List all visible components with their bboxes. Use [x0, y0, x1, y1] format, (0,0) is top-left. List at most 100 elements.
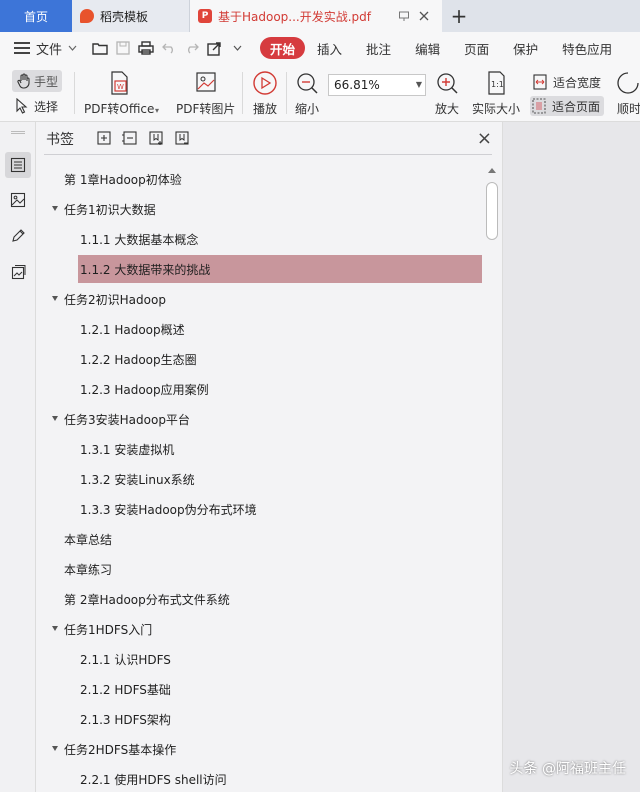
tab-home[interactable]: 首页: [0, 0, 72, 32]
rotate-icon: [617, 72, 639, 94]
pdf-to-office-button[interactable]: W PDF转Office: [84, 70, 154, 117]
bookmark-section-item[interactable]: 2.1.1 认识HDFS: [36, 644, 482, 674]
bookmark-section-item[interactable]: 2.1.3 HDFS架构: [36, 704, 482, 734]
play-button[interactable]: 播放: [252, 70, 278, 117]
bookmark-label: 2.2.1 使用HDFS shell访问: [80, 772, 227, 787]
bookmark-label: 1.3.2 安装Linux系统: [80, 472, 195, 487]
hand-tool-button[interactable]: 手型: [12, 70, 62, 92]
menu-insert[interactable]: 插入: [305, 37, 354, 59]
play-label: 播放: [252, 102, 277, 116]
tab-template[interactable]: 稻壳模板: [72, 0, 190, 32]
actual-size-icon: 1:1: [488, 71, 505, 95]
bookmark-section-item[interactable]: 1.3.1 安装虚拟机: [36, 434, 482, 464]
redo-icon[interactable]: [183, 40, 200, 57]
chevron-down-icon[interactable]: [68, 43, 77, 54]
menu-edit[interactable]: 编辑: [403, 37, 452, 59]
watermark-text: 头条 @阿福班主任: [509, 761, 626, 777]
menu-tabs: 开始 插入 批注 编辑 页面 保护 特色应用: [260, 37, 624, 59]
bookmark-chapter-item[interactable]: 第 2章Hadoop分布式文件系统: [36, 584, 482, 614]
bookmark-label: 1.2.1 Hadoop概述: [80, 322, 185, 337]
bookmark-chapter-item[interactable]: 本章总结: [36, 524, 482, 554]
bookmark-chapter-item[interactable]: 任务1HDFS入门: [36, 614, 482, 644]
menu-annotate[interactable]: 批注: [354, 37, 403, 59]
bookmarks-panel-button[interactable]: [5, 152, 31, 178]
more-chevron-icon[interactable]: [229, 40, 246, 57]
thumbnails-panel-button[interactable]: [5, 187, 31, 213]
undo-icon[interactable]: [160, 40, 177, 57]
add-bookmark-icon[interactable]: [148, 130, 164, 149]
menu-start[interactable]: 开始: [260, 37, 306, 59]
fit-width-button[interactable]: 适合宽度: [532, 72, 601, 92]
bookmark-section-item[interactable]: 1.1.1 大数据基本概念: [36, 224, 482, 254]
bookmark-chapter-item[interactable]: 第 1章Hadoop初体验: [36, 164, 482, 194]
tab-bar: 首页 稻壳模板 P 基于Hadoop...开发实战.pdf +: [0, 0, 640, 32]
tab-document[interactable]: P 基于Hadoop...开发实战.pdf: [190, 0, 442, 32]
zoom-in-label: 放大: [434, 102, 459, 116]
pdf-to-word-icon: W: [111, 71, 128, 95]
tab-pin-icon[interactable]: [394, 6, 414, 26]
pdf-to-office-dropdown-icon[interactable]: ▾: [155, 106, 159, 115]
tab-template-label: 稻壳模板: [100, 9, 149, 24]
bookmark-section-item[interactable]: 2.1.2 HDFS基础: [36, 674, 482, 704]
scrollbar-thumb[interactable]: [486, 182, 498, 240]
select-tool-button[interactable]: 选择: [16, 96, 58, 116]
zoom-in-icon: [437, 73, 458, 94]
bookmark-section-item[interactable]: 1.2.3 Hadoop应用案例: [36, 374, 482, 404]
file-menu[interactable]: 文件: [36, 39, 62, 58]
save-icon[interactable]: [114, 40, 131, 57]
collapse-all-icon[interactable]: [122, 130, 138, 149]
zoom-out-label: 缩小: [294, 102, 319, 116]
bookmark-label: 任务2初识Hadoop: [64, 292, 166, 307]
rotate-label: 顺时: [616, 102, 640, 116]
bookmark-section-item[interactable]: 1.2.1 Hadoop概述: [36, 314, 482, 344]
bookmark-chapter-item[interactable]: 任务2HDFS基本操作: [36, 734, 482, 764]
open-folder-icon[interactable]: [91, 40, 108, 57]
new-tab-button[interactable]: +: [442, 0, 476, 32]
expand-triangle-icon[interactable]: [52, 206, 58, 211]
expand-all-icon[interactable]: [96, 130, 112, 149]
bookmark-section-item[interactable]: 1.1.2 大数据带来的挑战: [36, 254, 482, 284]
annotations-panel-button[interactable]: [5, 223, 31, 249]
zoom-level-select[interactable]: 66.81% ▼: [328, 74, 426, 96]
hamburger-menu-icon[interactable]: [14, 42, 30, 54]
zoom-dropdown-icon[interactable]: ▼: [416, 80, 422, 89]
rotate-clockwise-button[interactable]: 顺时: [616, 70, 640, 117]
fit-page-button[interactable]: 适合页面: [530, 96, 605, 116]
expand-triangle-icon[interactable]: [52, 626, 58, 631]
ribbon-separator: [286, 72, 287, 114]
bookmark-section-item[interactable]: 1.3.2 安装Linux系统: [36, 464, 482, 494]
close-panel-icon[interactable]: ×: [477, 130, 492, 148]
bookmark-section-item[interactable]: 1.2.2 Hadoop生态圈: [36, 344, 482, 374]
menu-protect[interactable]: 保护: [501, 37, 550, 59]
bookmark-chapter-item[interactable]: 任务3安装Hadoop平台: [36, 404, 482, 434]
fit-width-icon: [533, 74, 547, 90]
expand-triangle-icon[interactable]: [52, 416, 58, 421]
document-view[interactable]: 头条 @阿福班主任: [502, 122, 640, 792]
zoom-out-button[interactable]: 缩小: [294, 70, 320, 117]
menu-special[interactable]: 特色应用: [550, 37, 624, 59]
print-icon[interactable]: [137, 40, 154, 57]
expand-triangle-icon[interactable]: [52, 296, 58, 301]
bookmark-tree: 第 1章Hadoop初体验任务1初识大数据 1.1.1 大数据基本概念 1.1.2 …: [36, 164, 482, 792]
delete-bookmark-icon[interactable]: [174, 130, 190, 149]
bookmark-chapter-item[interactable]: 任务2初识Hadoop: [36, 284, 482, 314]
tab-close-icon[interactable]: [414, 6, 434, 26]
scroll-up-arrow-icon[interactable]: [488, 168, 496, 173]
rail-grip[interactable]: [11, 131, 25, 134]
export-icon[interactable]: [206, 40, 223, 57]
zoom-in-button[interactable]: 放大: [434, 70, 460, 117]
bookmark-label: 任务2HDFS基本操作: [64, 742, 177, 757]
actual-size-button[interactable]: 1:1 实际大小: [472, 70, 520, 117]
attachments-panel-button[interactable]: [5, 259, 31, 285]
bookmark-scrollbar[interactable]: [482, 164, 502, 792]
menu-page[interactable]: 页面: [452, 37, 501, 59]
left-navigation-rail: [0, 122, 36, 792]
bookmark-section-item[interactable]: 2.2.1 使用HDFS shell访问: [36, 764, 482, 792]
bookmark-chapter-item[interactable]: 任务1初识大数据: [36, 194, 482, 224]
bookmark-label: 1.3.1 安装虚拟机: [80, 442, 175, 457]
expand-triangle-icon[interactable]: [52, 746, 58, 751]
pdf-to-image-button[interactable]: PDF转图片: [176, 70, 235, 117]
bookmark-label: 任务1初识大数据: [64, 202, 156, 217]
bookmark-section-item[interactable]: 1.3.3 安装Hadoop伪分布式环境: [36, 494, 482, 524]
bookmark-chapter-item[interactable]: 本章练习: [36, 554, 482, 584]
